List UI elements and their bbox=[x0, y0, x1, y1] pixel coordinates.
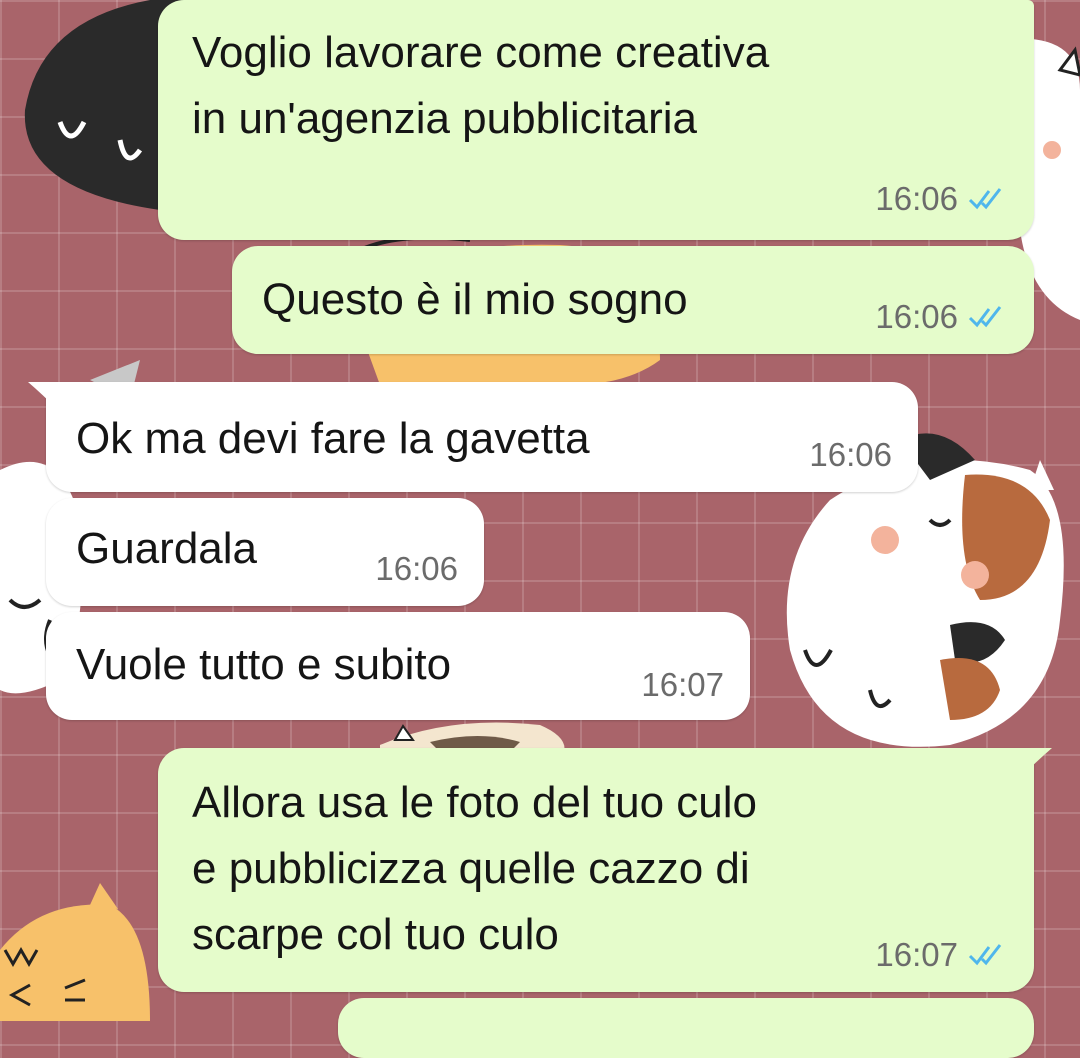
message-time: 16:06 bbox=[375, 550, 458, 587]
message-text: Voglio lavorare come creativa in un'agen… bbox=[192, 28, 770, 143]
message-bubble-outgoing-partial[interactable] bbox=[338, 998, 1034, 1058]
message-time: 16:07 bbox=[641, 666, 724, 703]
message-meta: 16:06 bbox=[375, 550, 458, 588]
message-bubble-outgoing[interactable]: Questo è il mio sogno 16:06 bbox=[232, 246, 1034, 354]
message-text: Questo è il mio sogno bbox=[262, 275, 688, 324]
message-meta: 16:06 bbox=[875, 298, 1004, 336]
message-meta: 16:07 bbox=[875, 936, 1004, 974]
message-bubble-incoming[interactable]: Vuole tutto e subito 16:07 bbox=[46, 612, 750, 720]
bubble-tail bbox=[28, 382, 58, 410]
bubble-tail bbox=[1022, 748, 1052, 776]
message-text: Guardala bbox=[76, 524, 258, 573]
message-bubble-incoming[interactable]: Guardala 16:06 bbox=[46, 498, 484, 606]
message-meta: 16:06 bbox=[875, 180, 1004, 218]
message-text: Ok ma devi fare la gavetta bbox=[76, 414, 590, 463]
message-meta: 16:06 bbox=[809, 436, 892, 474]
read-double-check-icon bbox=[968, 944, 1002, 966]
message-bubble-incoming[interactable]: Ok ma devi fare la gavetta 16:06 bbox=[28, 382, 918, 492]
message-time: 16:06 bbox=[875, 180, 958, 217]
orange-cat-bottom-illustration bbox=[0, 883, 150, 1021]
message-meta: 16:07 bbox=[641, 666, 724, 704]
message-bubble-outgoing[interactable]: Voglio lavorare come creativa in un'agen… bbox=[158, 0, 1034, 240]
message-time: 16:06 bbox=[809, 436, 892, 473]
message-text: Allora usa le foto del tuo culo e pubbli… bbox=[192, 778, 758, 959]
message-time: 16:07 bbox=[875, 936, 958, 973]
message-text: Vuole tutto e subito bbox=[76, 640, 452, 689]
read-double-check-icon bbox=[968, 188, 1002, 210]
read-double-check-icon bbox=[968, 306, 1002, 328]
message-time: 16:06 bbox=[875, 298, 958, 335]
message-bubble-outgoing[interactable]: Allora usa le foto del tuo culo e pubbli… bbox=[158, 748, 1052, 992]
